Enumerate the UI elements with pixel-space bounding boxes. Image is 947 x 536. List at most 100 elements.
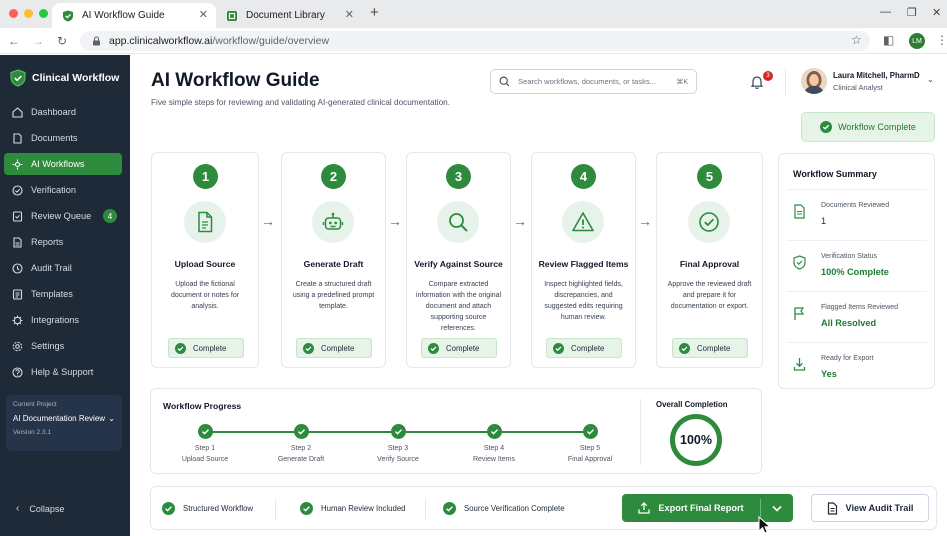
forward-icon[interactable]: → xyxy=(32,34,44,48)
puzzle-icon xyxy=(12,315,23,325)
check-circle-icon xyxy=(12,184,23,196)
step-card-4[interactable]: 4 Review Flagged Items Inspect highlight… xyxy=(531,152,636,368)
review-queue-badge: 4 xyxy=(103,209,117,223)
progress-step-number: Step 5 xyxy=(579,445,601,452)
completion-ring: 100% xyxy=(670,414,722,466)
new-tab-icon[interactable]: + xyxy=(370,4,379,21)
restore-icon[interactable]: ❐ xyxy=(907,6,917,19)
step-card-1[interactable]: 1 Upload Source Upload the fictional doc… xyxy=(151,152,259,368)
sidebar-item-settings[interactable]: Settings xyxy=(4,335,122,357)
summary-title: Workflow Summary xyxy=(793,169,877,179)
view-audit-trail-button[interactable]: View Audit Trail xyxy=(811,494,929,522)
check-icon xyxy=(395,429,403,435)
minimize-window-icon[interactable] xyxy=(24,9,33,18)
step-number: 3 xyxy=(446,164,471,189)
window-controls xyxy=(9,9,48,18)
shield-logo-icon xyxy=(10,69,26,87)
brand[interactable]: Clinical Workflow xyxy=(10,69,119,87)
sidebar-item-label: Settings xyxy=(31,341,65,351)
browser-tab-active[interactable]: AI Workflow Guide ✕ xyxy=(52,3,216,28)
maximize-window-icon[interactable] xyxy=(39,9,48,18)
browser-tab-inactive[interactable]: Document Library ✕ xyxy=(216,3,362,28)
progress-step-dot-3 xyxy=(391,424,406,439)
summary-row-verification: Verification Status 100% Complete xyxy=(787,240,927,288)
sidebar-item-audit-trail[interactable]: Audit Trail xyxy=(4,257,122,279)
status-badge: Complete xyxy=(421,338,497,358)
progress-step-number: Step 1 xyxy=(194,445,216,452)
workflow-complete-button[interactable]: Workflow Complete xyxy=(801,112,935,142)
progress-step-name: Final Approval xyxy=(567,456,613,463)
step-description: Upload the fictional document or notes f… xyxy=(170,281,240,310)
summary-label: Documents Reviewed xyxy=(821,202,890,209)
sidebar-item-label: Review Queue xyxy=(31,211,92,221)
progress-step-number: Step 4 xyxy=(483,445,505,452)
sidebar-item-integrations[interactable]: Integrations xyxy=(4,309,122,331)
progress-step-name: Review Items xyxy=(472,456,515,463)
sidebar-item-label: Audit Trail xyxy=(31,263,72,273)
document-icon xyxy=(794,204,805,219)
close-tab-icon[interactable]: ✕ xyxy=(199,8,208,21)
sidebar-item-help[interactable]: Help & Support xyxy=(4,361,122,383)
avatar[interactable] xyxy=(801,68,827,94)
collapse-button[interactable]: ‹ Collapse xyxy=(16,503,64,514)
current-project-card[interactable]: Current Project AI Documentation Review ⌄… xyxy=(6,395,122,451)
search-placeholder: Search workflows, documents, or tasks... xyxy=(518,77,657,86)
chevron-down-icon[interactable]: ⌄ xyxy=(108,414,115,423)
chevron-down-icon[interactable]: ⌄ xyxy=(927,75,934,84)
sidebar-item-templates[interactable]: Templates xyxy=(4,283,122,305)
check-icon xyxy=(587,429,595,435)
progress-step-dot-2 xyxy=(294,424,309,439)
status-badge: Complete xyxy=(672,338,748,358)
minimize-icon[interactable]: — xyxy=(880,6,891,18)
bell-icon[interactable] xyxy=(750,75,764,89)
magnifier-icon xyxy=(437,201,479,243)
search-input[interactable]: Search workflows, documents, or tasks...… xyxy=(490,69,697,94)
sidebar-item-review-queue[interactable]: Review Queue 4 xyxy=(4,205,122,227)
status-label: Complete xyxy=(571,343,605,353)
progress-step-number: Step 3 xyxy=(387,445,409,452)
page-title: AI Workflow Guide xyxy=(151,70,320,91)
badge-label: Source Verification Complete xyxy=(464,504,565,513)
back-icon[interactable]: ← xyxy=(8,34,20,48)
document-icon xyxy=(827,501,837,515)
progress-step-label-2: Step 2 Generate Draft xyxy=(256,443,346,465)
status-label: Complete xyxy=(446,343,480,353)
browser-menu-icon[interactable]: ⋮ xyxy=(936,33,947,47)
bookmark-star-icon[interactable]: ☆ xyxy=(851,33,862,47)
progress-step-name: Verify Source xyxy=(377,456,419,463)
sidebar-item-reports[interactable]: Reports xyxy=(4,231,122,253)
shield-icon xyxy=(793,255,806,270)
step-number: 1 xyxy=(193,164,218,189)
url-field[interactable]: app.clinicalworkflow.ai/workflow/guide/o… xyxy=(80,31,870,51)
warning-icon xyxy=(562,201,604,243)
progress-step-dot-5 xyxy=(583,424,598,439)
user-role: Clinical Analyst xyxy=(833,83,883,92)
chevron-left-icon: ‹ xyxy=(16,503,20,514)
progress-step-name: Upload Source xyxy=(181,456,229,463)
profile-avatar[interactable]: LM xyxy=(909,33,925,49)
header-divider xyxy=(785,69,786,95)
sidebar-item-verification[interactable]: Verification xyxy=(4,179,122,201)
document-icon xyxy=(13,132,22,144)
check-circle-icon xyxy=(428,342,439,354)
step-card-3[interactable]: 3 Verify Against Source Compare extracte… xyxy=(406,152,511,368)
sidebar-item-label: Help & Support xyxy=(31,367,94,377)
sidebar-panel-icon[interactable]: ◧ xyxy=(883,33,894,47)
close-window-icon[interactable] xyxy=(9,9,18,18)
step-card-2[interactable]: 2 Generate Draft Create a structured dra… xyxy=(281,152,386,368)
sidebar-item-dashboard[interactable]: Dashboard xyxy=(4,101,122,123)
close-icon[interactable]: ✕ xyxy=(932,6,941,19)
sidebar-item-documents[interactable]: Documents xyxy=(4,127,122,149)
clock-icon xyxy=(12,262,23,274)
summary-label: Ready for Export xyxy=(821,355,874,362)
step-card-5[interactable]: 5 Final Approval Approve the reviewed dr… xyxy=(656,152,763,368)
export-button-main[interactable]: Export Final Report xyxy=(622,494,760,522)
close-tab-icon[interactable]: ✕ xyxy=(345,8,354,21)
sidebar-item-ai-workflows[interactable]: AI Workflows xyxy=(4,153,122,175)
audit-label: View Audit Trail xyxy=(845,503,914,513)
flag-icon xyxy=(794,307,805,320)
reload-icon[interactable]: ↻ xyxy=(57,34,67,48)
summary-value: 100% Complete xyxy=(821,267,889,277)
check-circle-icon xyxy=(553,342,564,354)
page-subtitle: Five simple steps for reviewing and vali… xyxy=(151,98,451,107)
